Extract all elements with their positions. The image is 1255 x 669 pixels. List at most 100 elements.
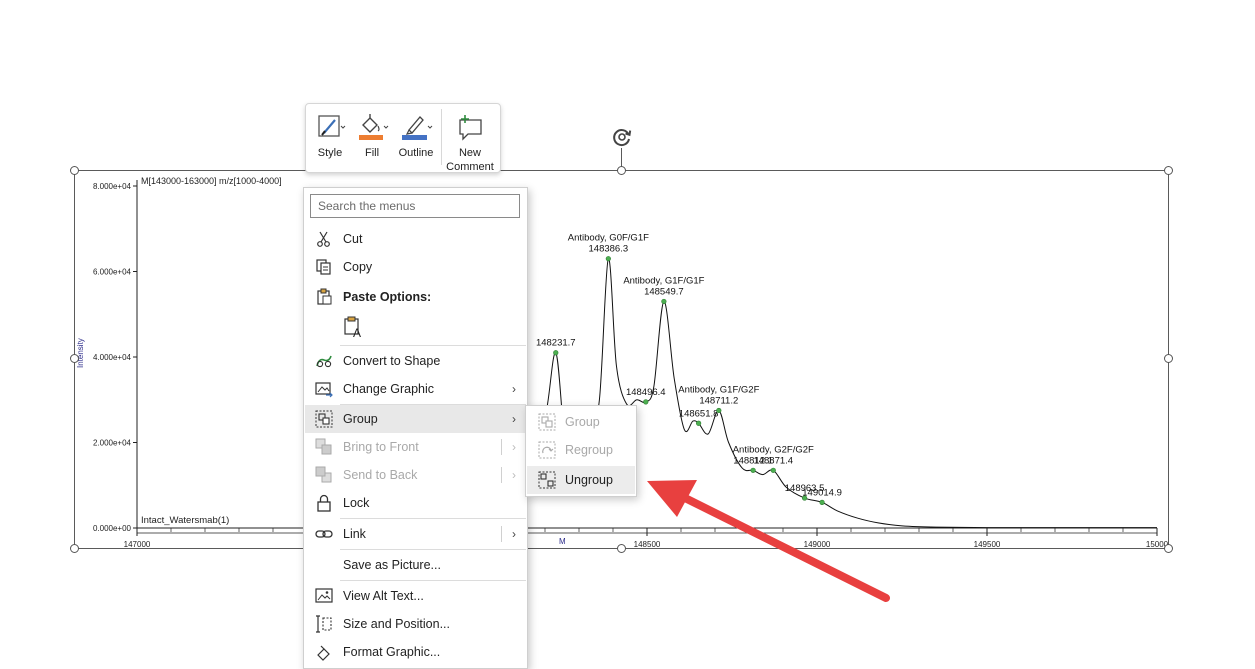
menu-item-change-graphic[interactable]: Change Graphic › <box>305 375 526 403</box>
format-graphic-icon <box>317 645 330 661</box>
peak-marker <box>553 350 559 356</box>
submenu-item-group-label: Group <box>565 415 600 429</box>
size-position-icon <box>316 615 332 633</box>
y-tick-label: 6.000e+04 <box>93 268 132 277</box>
menu-item-size-and-position[interactable]: Size and Position... <box>305 610 526 638</box>
y-tick-label: 2.000e+04 <box>93 439 132 448</box>
split-divider <box>501 526 502 542</box>
menu-item-format-graphic[interactable]: Format Graphic... <box>305 638 526 666</box>
peak-marker <box>643 399 649 405</box>
lock-icon <box>317 494 331 512</box>
peak-mass-label: 148549.7 <box>644 286 684 297</box>
resize-handle-top[interactable] <box>617 166 626 175</box>
peak-mass-label: 149014.9 <box>802 487 842 498</box>
sample-label: Intact_Watersmab(1) <box>141 515 229 526</box>
shape-style-icon <box>318 115 346 137</box>
group-icon <box>315 410 333 428</box>
spectrum-chart[interactable]: 8.000e+04 6.000e+04 4.000e+04 2.000e+04 0.00… <box>0 0 1255 654</box>
menu-item-bring-to-front[interactable]: Bring to Front › <box>305 433 526 461</box>
search-menus-input[interactable]: Search the menus <box>310 194 520 218</box>
menu-item-group-label: Group <box>343 412 378 426</box>
y-tick-label: 8.000e+04 <box>93 182 132 191</box>
menu-item-change-graphic-label: Change Graphic <box>343 382 435 396</box>
ungroup-icon <box>538 471 556 489</box>
menu-item-copy-label: Copy <box>343 260 373 274</box>
menu-item-save-as-picture[interactable]: Save as Picture... <box>305 551 526 579</box>
peak-mass-label: 148496.4 <box>626 387 666 398</box>
peak-marker <box>696 420 702 426</box>
menu-item-view-alt-text-label: View Alt Text... <box>343 589 424 603</box>
x-axis-label: M <box>559 537 566 546</box>
resize-handle-right[interactable] <box>1164 354 1173 363</box>
peak-name-label: Antibody, G2F/G2F <box>733 444 814 455</box>
menu-separator <box>340 518 526 519</box>
mini-toolbar: Style Fill Outline New Comment <box>305 103 501 173</box>
menu-item-link-label: Link <box>343 527 366 541</box>
submenu-item-regroup-label: Regroup <box>565 443 613 457</box>
menu-item-convert-to-shape[interactable]: Convert to Shape <box>305 347 526 375</box>
peak-marker <box>819 499 825 505</box>
chevron-right-icon: › <box>512 382 516 396</box>
submenu-item-regroup[interactable]: Regroup <box>527 436 635 464</box>
resize-handle-bottom-right[interactable] <box>1164 544 1173 553</box>
submenu-item-ungroup[interactable]: Ungroup <box>527 466 635 494</box>
link-icon <box>315 530 333 538</box>
outline-button[interactable]: Outline <box>394 108 438 168</box>
fill-button[interactable]: Fill <box>352 108 392 168</box>
change-graphic-icon <box>315 382 333 398</box>
resize-handle-top-right[interactable] <box>1164 166 1173 175</box>
menu-item-size-and-position-label: Size and Position... <box>343 617 451 631</box>
menu-item-copy[interactable]: Copy <box>305 253 526 281</box>
y-axis-label: Intensity <box>76 338 85 368</box>
peak-mass-label: 148386.3 <box>589 244 629 255</box>
chevron-right-icon: › <box>512 412 516 426</box>
menu-item-cut[interactable]: Cut <box>305 225 526 253</box>
outline-pen-icon <box>402 116 433 140</box>
split-divider <box>501 439 502 455</box>
menu-item-link[interactable]: Link › <box>305 520 526 548</box>
menu-item-lock[interactable]: Lock <box>305 489 526 517</box>
chart-header: M[143000-163000] m/z[1000-4000] <box>141 176 282 186</box>
resize-handle-left[interactable] <box>70 354 79 363</box>
resize-handle-bottom[interactable] <box>617 544 626 553</box>
peak-name-label: Antibody, G1F/G2F <box>678 384 759 395</box>
menu-item-convert-to-shape-label: Convert to Shape <box>343 354 441 368</box>
menu-item-bring-to-front-label: Bring to Front <box>343 440 419 454</box>
new-comment-icon <box>459 115 482 141</box>
paste-text-icon: A <box>344 316 361 339</box>
new-comment-label: New Comment <box>446 147 494 173</box>
peak-mass-label: 148651.8 <box>679 408 719 419</box>
chevron-right-icon: › <box>512 527 516 541</box>
slide-canvas: 8.000e+04 6.000e+04 4.000e+04 2.000e+04 0.00… <box>0 0 1255 669</box>
send-to-back-icon <box>315 466 332 483</box>
chevron-right-icon: › <box>512 468 516 482</box>
chevron-right-icon: › <box>512 440 516 454</box>
context-menu: Search the menus Cut Copy Paste Options:… <box>303 187 528 669</box>
menu-separator <box>340 580 526 581</box>
rotate-handle-icon[interactable] <box>610 125 634 149</box>
menu-separator <box>340 345 526 346</box>
paste-options-label: Paste Options: <box>343 290 432 304</box>
copy-icon <box>316 259 331 275</box>
group-submenu: Group Regroup Ungroup <box>525 405 637 497</box>
group-icon <box>538 413 556 431</box>
menu-item-lock-label: Lock <box>343 496 370 510</box>
menu-item-group[interactable]: Group › <box>305 405 526 433</box>
peak-marker <box>661 298 667 305</box>
paste-keep-text-only[interactable]: A <box>340 312 368 342</box>
convert-to-shape-icon <box>316 355 332 368</box>
menu-item-send-to-back[interactable]: Send to Back › <box>305 461 526 489</box>
paint-bucket-icon <box>359 114 389 140</box>
menu-item-view-alt-text[interactable]: View Alt Text... <box>305 582 526 610</box>
resize-handle-bottom-left[interactable] <box>70 544 79 553</box>
style-button[interactable]: Style <box>310 108 350 168</box>
peak-name-label: Antibody, G1F/G1F <box>623 275 704 286</box>
peak-marker <box>605 256 611 262</box>
resize-handle-top-left[interactable] <box>70 166 79 175</box>
y-tick-label: 0.000e+00 <box>93 524 132 533</box>
new-comment-button[interactable]: New Comment <box>445 108 495 173</box>
paste-options-header: Paste Options: <box>305 283 526 311</box>
menu-item-send-to-back-label: Send to Back <box>343 468 418 482</box>
submenu-item-group[interactable]: Group <box>527 408 635 436</box>
peak-marker <box>750 467 756 473</box>
